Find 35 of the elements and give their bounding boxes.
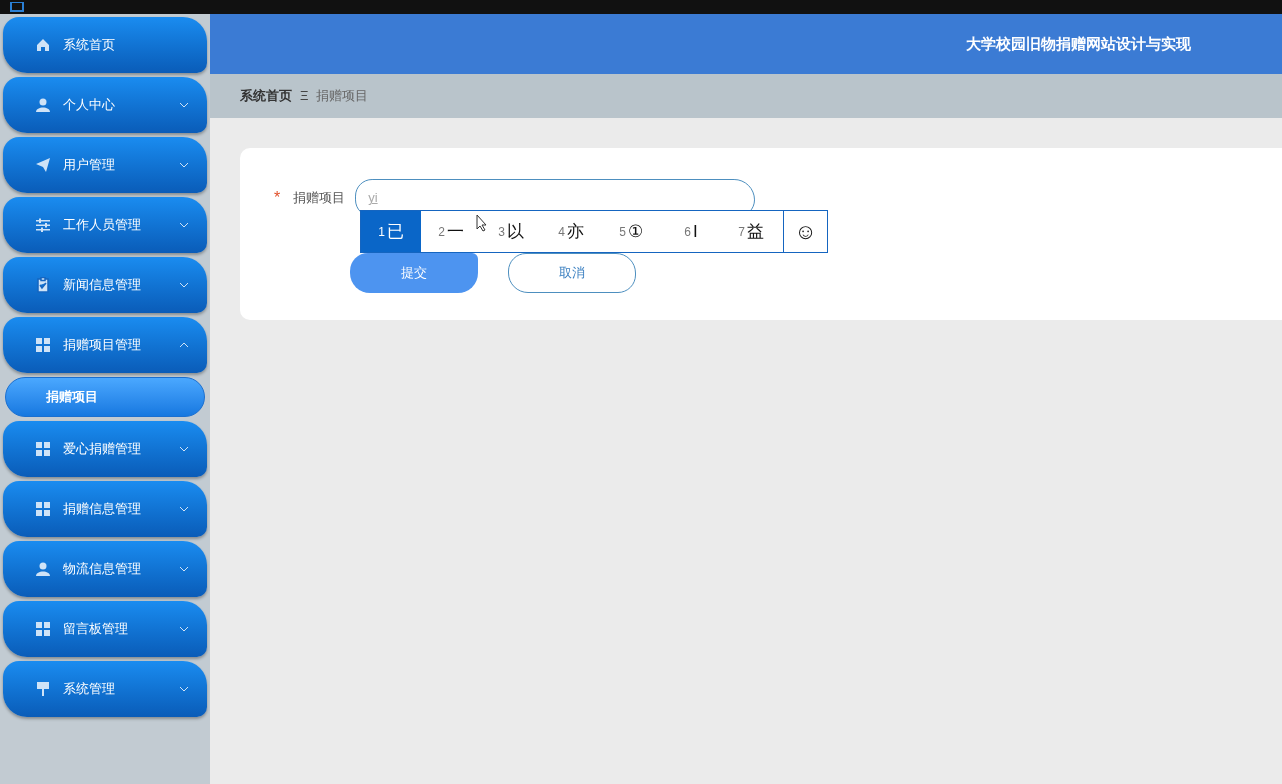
clipboard-icon	[35, 277, 51, 293]
grid-icon	[35, 501, 51, 517]
required-mark: *	[274, 188, 281, 208]
grid-icon	[35, 337, 51, 353]
field-label: 捐赠项目	[293, 189, 346, 208]
signpost-icon	[35, 681, 51, 697]
breadcrumb-item[interactable]: 系统首页	[240, 86, 292, 106]
cancel-button[interactable]: 取消	[508, 253, 636, 293]
site-title: 大学校园旧物捐赠网站设计与实现	[966, 33, 1191, 54]
user-icon	[35, 561, 51, 577]
breadcrumb-separator: Ξ	[300, 87, 309, 106]
sidebar-item[interactable]: 系统管理	[3, 661, 207, 717]
home-icon	[35, 37, 51, 53]
grid-icon	[35, 441, 51, 457]
user-icon	[35, 97, 51, 113]
sliders-icon	[35, 217, 51, 233]
sidebar-item[interactable]: 新闻信息管理	[3, 257, 207, 313]
sidebar-item[interactable]: 捐赠信息管理	[3, 481, 207, 537]
emoji-button[interactable]: ☺	[783, 211, 827, 252]
paper-plane-icon	[35, 157, 51, 173]
ime-candidate[interactable]: 1 已	[361, 211, 421, 252]
sidebar-item[interactable]: 个人中心	[3, 77, 207, 133]
sidebar-item[interactable]: 用户管理	[3, 137, 207, 193]
sidebar-subitem[interactable]: 捐赠项目	[5, 377, 205, 417]
sidebar-item[interactable]: 系统首页	[3, 17, 207, 73]
sidebar-item[interactable]: 物流信息管理	[3, 541, 207, 597]
sidebar-item[interactable]: 爱心捐赠管理	[3, 421, 207, 477]
sidebar-item[interactable]: 工作人员管理	[3, 197, 207, 253]
breadcrumb-item: 捐赠项目	[316, 87, 369, 106]
grid-icon	[35, 621, 51, 637]
mouse-cursor-icon	[476, 214, 488, 232]
submit-button[interactable]: 提交	[350, 253, 478, 293]
sidebar-item[interactable]: 留言板管理	[3, 601, 207, 657]
sidebar-item[interactable]: 捐赠项目管理	[3, 317, 207, 373]
app-icon	[10, 2, 24, 12]
